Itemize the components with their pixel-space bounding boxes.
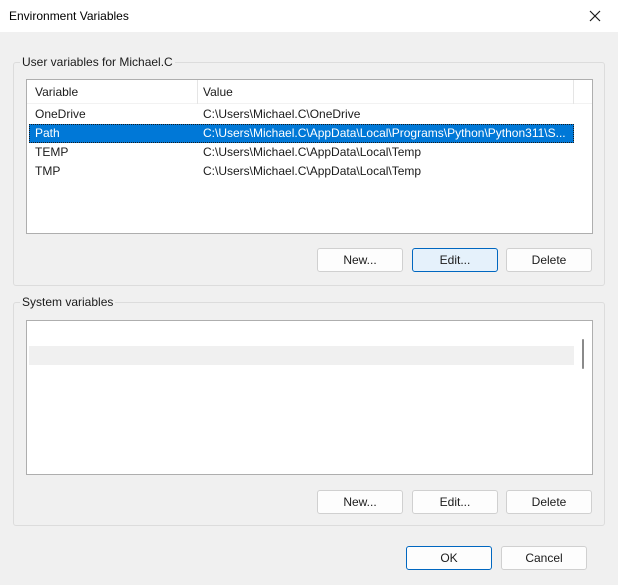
system-variables-scrollbar[interactable] xyxy=(574,321,592,474)
variable-name-cell: TEMP xyxy=(35,145,69,159)
title-bar: Environment Variables xyxy=(0,0,618,32)
column-header-variable[interactable]: Variable xyxy=(29,80,197,104)
column-divider[interactable] xyxy=(573,80,574,104)
variable-value-cell: C:\Users\Michael.C\OneDrive xyxy=(203,107,361,121)
window-title: Environment Variables xyxy=(9,9,129,23)
list-item[interactable] xyxy=(29,346,574,365)
user-variables-list[interactable]: Variable Value OneDrive C:\Users\Michael.… xyxy=(26,79,593,234)
user-edit-button[interactable]: Edit... xyxy=(412,248,498,272)
variable-name-cell: Path xyxy=(35,126,60,140)
variable-name-cell: TMP xyxy=(35,164,61,178)
system-new-button[interactable]: New... xyxy=(317,490,403,514)
variable-value-cell: C:\Users\Michael.C\AppData\Local\Temp xyxy=(203,164,422,178)
user-variables-label: User variables for Michael.C xyxy=(20,55,175,69)
system-variables-list[interactable] xyxy=(26,320,593,475)
scrollbar-thumb[interactable] xyxy=(582,339,584,369)
table-row[interactable]: TEMP C:\Users\Michael.C\AppData\Local\Tem… xyxy=(29,143,574,162)
table-row[interactable]: OneDrive C:\Users\Michael.C\OneDrive xyxy=(29,105,574,124)
table-row[interactable]: TMP C:\Users\Michael.C\AppData\Local\Temp xyxy=(29,162,574,181)
table-row[interactable]: Path C:\Users\Michael.C\AppData\Local\Pro… xyxy=(29,124,574,143)
variable-value-cell: C:\Users\Michael.C\AppData\Local\Temp xyxy=(203,145,422,159)
variable-name-cell: OneDrive xyxy=(35,107,86,121)
cancel-button[interactable]: Cancel xyxy=(501,546,587,570)
user-delete-button[interactable]: Delete xyxy=(506,248,592,272)
system-edit-button[interactable]: Edit... xyxy=(412,490,498,514)
variable-value-cell: C:\Users\Michael.C\AppData\Local\Program… xyxy=(203,126,566,140)
ok-button[interactable]: OK xyxy=(406,546,492,570)
close-icon xyxy=(589,10,601,22)
user-variables-header: Variable Value xyxy=(27,80,592,104)
system-delete-button[interactable]: Delete xyxy=(506,490,592,514)
user-new-button[interactable]: New... xyxy=(317,248,403,272)
column-header-value[interactable]: Value xyxy=(197,80,573,104)
close-button[interactable] xyxy=(572,0,618,32)
system-variables-label: System variables xyxy=(20,295,116,309)
